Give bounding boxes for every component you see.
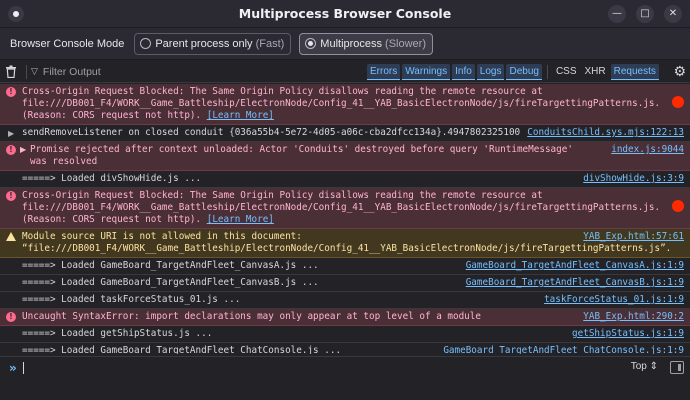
maximize-button[interactable]: □ (636, 5, 654, 23)
clear-console-button[interactable] (0, 61, 22, 83)
message-text: sendRemoveListener on closed conduit {03… (22, 127, 521, 138)
parent-process-radio[interactable]: Parent process only (Fast) (134, 32, 292, 55)
message-source-link[interactable]: GameBoard_TargetAndFleet_CanvasB.js:1:9 (466, 277, 684, 289)
console-message-error: ! Uncaught SyntaxError: import declarati… (0, 309, 690, 326)
title-bar: Multiprocess Browser Console — □ ✕ (0, 0, 690, 28)
text-caret (22, 361, 24, 374)
message-text: Cross-Origin Request Blocked: The Same O… (22, 190, 661, 225)
sidebar-toggle-icon[interactable] (670, 361, 684, 374)
console-message-log: =====> Loaded divShowHide.js ... divShow… (0, 171, 690, 188)
console-message-log: =====> Loaded getShipStatus.js ... getSh… (0, 326, 690, 343)
message-source-link[interactable]: ConduitsChild.sys.mjs:122:13 (527, 127, 684, 139)
console-toolbar: ▽ Filter Output Errors Warnings Info Log… (0, 61, 690, 83)
parent-process-label: Parent process only (155, 37, 253, 50)
filter-debug-button[interactable]: Debug (506, 63, 542, 80)
filter-warnings-button[interactable]: Warnings (402, 63, 451, 80)
error-icon: ! (6, 87, 16, 97)
multiprocess-hint: (Slower) (385, 37, 426, 50)
bottom-area (0, 379, 690, 400)
filter-info-button[interactable]: Info (452, 63, 475, 80)
window-controls: — □ ✕ (608, 5, 682, 23)
message-text: Uncaught SyntaxError: import declaration… (22, 311, 481, 322)
prompt-chevron-icon: » (9, 360, 17, 375)
radio-checked-icon (305, 38, 317, 49)
context-selector[interactable]: Top ⇕ (631, 361, 658, 372)
trash-icon (6, 65, 16, 78)
record-dot-icon (672, 96, 684, 108)
learn-more-link[interactable]: [Learn More] (207, 110, 274, 121)
console-mode-bar: Browser Console Mode Parent process only… (0, 28, 690, 60)
console-message-log: =====> Loaded GameBoard_TargetAndFleet_C… (0, 343, 690, 354)
warning-icon (6, 232, 16, 241)
window-title: Multiprocess Browser Console (238, 6, 452, 21)
console-output[interactable]: ! Cross-Origin Request Blocked: The Same… (0, 84, 690, 354)
console-message-error: ! ▶ Promise rejected after context unloa… (0, 142, 690, 171)
filter-xhr-button[interactable]: XHR (582, 64, 609, 79)
learn-more-link[interactable]: [Learn More] (207, 214, 274, 225)
record-dot-icon (672, 200, 684, 212)
message-text: Cross-Origin Request Blocked: The Same O… (22, 86, 661, 121)
expand-arrow-icon[interactable]: ▶ (8, 128, 18, 140)
radio-unchecked-icon (140, 38, 152, 49)
multiprocess-label: Multiprocess (320, 37, 383, 50)
error-icon: ! (6, 191, 16, 201)
message-source-link[interactable]: YAB_Exp.html:57:61 (583, 231, 684, 243)
filter-logs-button[interactable]: Logs (476, 63, 505, 80)
message-text: =====> Loaded taskForceStatus_01.js ... (22, 294, 241, 305)
console-settings-button[interactable]: ⚙ (673, 64, 686, 80)
close-button[interactable]: ✕ (664, 5, 682, 23)
message-source-link[interactable]: divShowHide.js:3:9 (583, 173, 684, 185)
message-source-link[interactable]: taskForceStatus_01.js:1:9 (544, 294, 684, 306)
parent-process-hint: (Fast) (255, 37, 285, 50)
mode-label: Browser Console Mode (10, 37, 125, 50)
filter-errors-button[interactable]: Errors (367, 63, 401, 80)
expand-arrow-icon[interactable]: ▶ (20, 144, 30, 156)
message-source-link[interactable]: YAB_Exp.html:290:2 (583, 311, 684, 323)
level-filters: Errors Warnings Info Logs Debug CSS XHR … (366, 63, 660, 80)
filter-css-button[interactable]: CSS (553, 64, 580, 79)
error-icon: ! (6, 145, 16, 155)
toolbar-divider (546, 64, 548, 79)
console-message-log: =====> Loaded GameBoard_TargetAndFleet_C… (0, 258, 690, 275)
message-text: =====> Loaded divShowHide.js ... (22, 173, 202, 184)
message-text: =====> Loaded GameBoard_TargetAndFleet_C… (22, 277, 319, 288)
filter-output-input[interactable]: ▽ Filter Output (31, 66, 366, 78)
multiprocess-radio[interactable]: Multiprocess (Slower) (299, 32, 433, 55)
message-text: =====> Loaded GameBoard_TargetAndFleet_C… (22, 345, 342, 354)
filter-icon: ▽ (31, 66, 38, 76)
window-menu-icon[interactable] (8, 6, 24, 22)
minimize-button[interactable]: — (608, 5, 626, 23)
error-icon: ! (6, 312, 16, 322)
message-source-link[interactable]: index.js:9044 (611, 144, 684, 156)
console-message-warning: Module source URI is not allowed in this… (0, 229, 690, 258)
message-source-link[interactable]: getShipStatus.js:1:9 (572, 328, 684, 340)
console-input[interactable]: » Top ⇕ (0, 356, 690, 378)
console-message-error: ! Cross-Origin Request Blocked: The Same… (0, 188, 690, 229)
message-text: Module source URI is not allowed in this… (22, 231, 672, 254)
console-message-log: =====> Loaded taskForceStatus_01.js ... … (0, 292, 690, 309)
console-message-log: ▶ sendRemoveListener on closed conduit {… (0, 125, 690, 142)
filter-requests-button[interactable]: Requests (610, 63, 659, 80)
message-source-link[interactable]: GameBoard_TargetAndFleet_ChatConsole.js:… (443, 345, 684, 354)
console-message-error: ! Cross-Origin Request Blocked: The Same… (0, 84, 690, 125)
gear-icon: ⚙ (673, 63, 686, 80)
message-source-link[interactable]: GameBoard_TargetAndFleet_CanvasA.js:1:9 (466, 260, 684, 272)
message-text: =====> Loaded GameBoard_TargetAndFleet_C… (22, 260, 319, 271)
message-text: =====> Loaded getShipStatus.js ... (22, 328, 213, 339)
filter-placeholder: Filter Output (42, 65, 101, 78)
toolbar-divider (26, 64, 27, 79)
console-message-log: =====> Loaded GameBoard_TargetAndFleet_C… (0, 275, 690, 292)
message-text: Promise rejected after context unloaded:… (30, 144, 573, 167)
